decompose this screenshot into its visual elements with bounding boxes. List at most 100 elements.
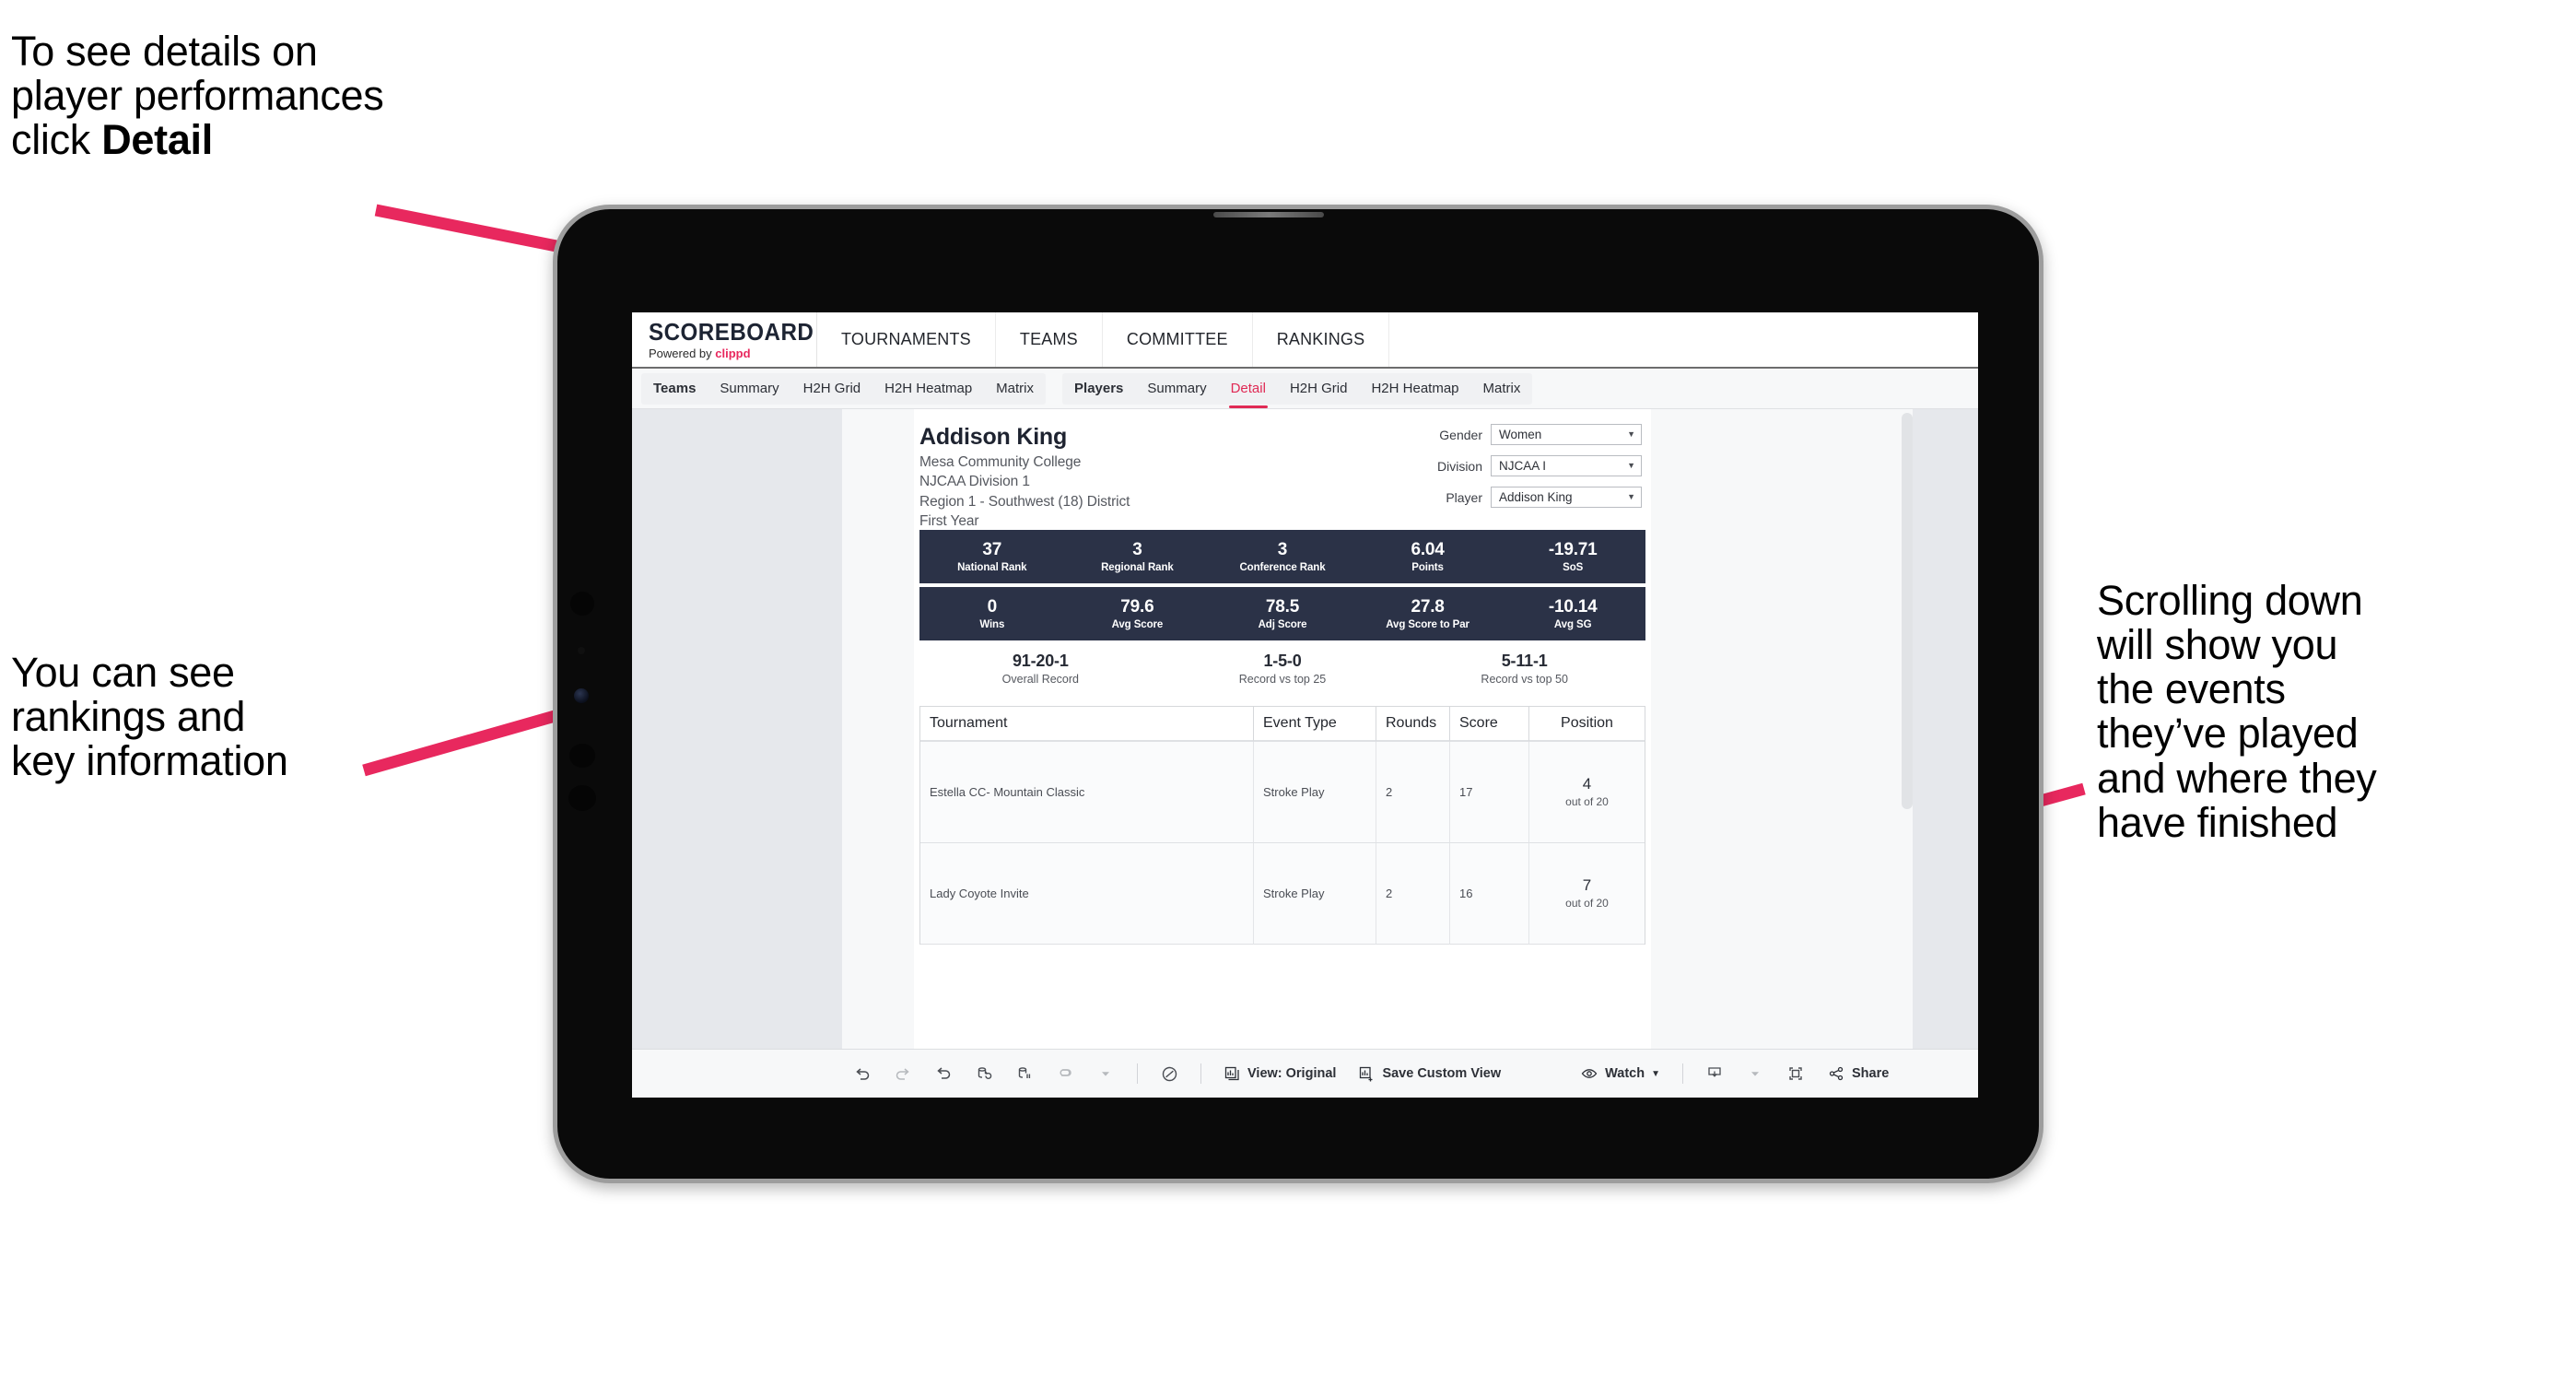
tab-teams-matrix[interactable]: Matrix <box>984 373 1046 405</box>
tab-teams[interactable]: Teams <box>641 373 708 405</box>
tab-players-h2h-heatmap[interactable]: H2H Heatmap <box>1359 373 1470 405</box>
revert-icon[interactable] <box>923 1058 964 1089</box>
stat-label: National Rank <box>957 561 1027 573</box>
filter-gender-select[interactable]: Women ▼ <box>1491 424 1642 445</box>
tablet-screen: SCOREBOARD Powered by clippd TOURNAMENTS… <box>632 312 1978 1098</box>
cell-position: 7 out of 20 <box>1529 843 1645 945</box>
position-number: 4 <box>1582 775 1592 793</box>
device-speaker <box>1212 212 1324 217</box>
brand-logo[interactable]: SCOREBOARD Powered by clippd <box>632 312 817 367</box>
stat-conference-rank: 3 Conference Rank <box>1210 540 1355 573</box>
filter-player-row: Player Addison King ▼ <box>1365 487 1642 508</box>
players-tab-group: Players Summary Detail H2H Grid H2H Heat… <box>1062 372 1533 408</box>
col-header-position[interactable]: Position <box>1529 707 1645 742</box>
device-camera-icon <box>574 688 589 703</box>
viz-vertical-scrollbar[interactable] <box>1902 413 1913 809</box>
filter-division-value: NJCAA I <box>1499 459 1547 473</box>
viz-bottom-toolbar: View: Original Save Custom View Watch ▼ … <box>632 1049 1978 1098</box>
tab-players-summary[interactable]: Summary <box>1135 373 1218 405</box>
cell-event-type: Stroke Play <box>1254 742 1376 843</box>
record-vs-top-25: 1-5-0 Record vs top 25 <box>1162 652 1404 686</box>
stat-value: 0 <box>987 597 998 617</box>
stat-value: -10.14 <box>1548 597 1598 617</box>
download-icon[interactable] <box>1694 1058 1735 1089</box>
device-button-c <box>568 785 596 811</box>
filter-gender-row: Gender Women ▼ <box>1365 424 1642 445</box>
col-header-score[interactable]: Score <box>1450 707 1529 742</box>
viz-left-padding <box>632 409 842 1049</box>
pause-icon[interactable] <box>1045 1058 1085 1089</box>
save-custom-view-label: Save Custom View <box>1382 1066 1502 1081</box>
save-view-icon <box>1360 1066 1373 1081</box>
player-header: Addison King Mesa Community College NJCA… <box>914 409 1651 530</box>
topnav-teams[interactable]: TEAMS <box>995 312 1103 367</box>
topnav-tournaments[interactable]: TOURNAMENTS <box>817 312 996 367</box>
view-original-button[interactable]: View: Original <box>1212 1065 1347 1083</box>
refresh-data-icon[interactable] <box>964 1058 1004 1089</box>
show-hide-cards-icon[interactable] <box>1149 1058 1189 1089</box>
watch-button[interactable]: Watch ▼ <box>1569 1064 1671 1083</box>
callout-detail-bold: Detail <box>101 116 213 164</box>
cell-tournament: Estella CC- Mountain Classic <box>920 742 1254 843</box>
tab-teams-h2h-grid[interactable]: H2H Grid <box>791 373 873 405</box>
tab-players-matrix[interactable]: Matrix <box>1471 373 1533 405</box>
filter-division-select[interactable]: NJCAA I ▼ <box>1491 455 1642 476</box>
pause-auto-update-icon[interactable] <box>1004 1058 1045 1089</box>
tab-players-h2h-grid[interactable]: H2H Grid <box>1278 373 1360 405</box>
filter-player-label: Player <box>1446 489 1482 505</box>
record-value: 5-11-1 <box>1501 652 1548 670</box>
stat-label: Avg Score to Par <box>1386 618 1469 630</box>
topnav-rankings[interactable]: RANKINGS <box>1252 312 1390 367</box>
col-header-rounds[interactable]: Rounds <box>1376 707 1450 742</box>
chevron-down-icon: ▼ <box>1627 429 1635 439</box>
redo-icon[interactable] <box>883 1058 923 1089</box>
tab-players-detail[interactable]: Detail <box>1219 373 1278 408</box>
chevron-down-icon: ▼ <box>1627 461 1635 470</box>
toolbar-divider <box>1137 1063 1138 1084</box>
table-row[interactable]: Lady Coyote Invite Stroke Play 2 16 7 ou… <box>920 843 1645 945</box>
stat-label: Conference Rank <box>1239 561 1326 573</box>
stat-wins: 0 Wins <box>919 597 1065 630</box>
tab-teams-summary[interactable]: Summary <box>708 373 790 405</box>
brand-title: SCOREBOARD <box>649 317 814 346</box>
share-label: Share <box>1852 1066 1890 1081</box>
stat-points: 6.04 Points <box>1355 540 1501 573</box>
tab-teams-h2h-heatmap[interactable]: H2H Heatmap <box>872 373 984 405</box>
stat-value: 3 <box>1277 540 1288 560</box>
device-button-a <box>570 592 594 616</box>
tablet-device-frame: SCOREBOARD Powered by clippd TOURNAMENTS… <box>553 205 2043 1183</box>
undo-icon[interactable] <box>842 1058 883 1089</box>
table-row[interactable]: Estella CC- Mountain Classic Stroke Play… <box>920 742 1645 843</box>
stat-label: Points <box>1411 561 1444 573</box>
stat-avg-score: 79.6 Avg Score <box>1065 597 1211 630</box>
brand-subtitle: Powered by clippd <box>649 346 816 360</box>
chevron-down-icon: ▼ <box>1627 492 1635 501</box>
chevron-down-icon[interactable] <box>1085 1058 1126 1089</box>
topnav-committee[interactable]: COMMITTEE <box>1102 312 1253 367</box>
stats-band-rankings: 37 National Rank 3 Regional Rank 3 Confe… <box>919 530 1645 583</box>
player-detail-card: Addison King Mesa Community College NJCA… <box>914 409 1651 1049</box>
position-out-of: out of 20 <box>1565 794 1609 808</box>
record-label: Overall Record <box>1001 673 1080 686</box>
stat-adj-score: 78.5 Adj Score <box>1210 597 1355 630</box>
chevron-down-icon: ▼ <box>1651 1068 1660 1079</box>
cell-event-type: Stroke Play <box>1254 843 1376 945</box>
filter-panel: Gender Women ▼ Division NJCAA I ▼ Player… <box>1365 424 1642 518</box>
stat-label: Adj Score <box>1258 618 1307 630</box>
record-value: 1-5-0 <box>1263 652 1302 670</box>
position-number: 7 <box>1582 876 1592 895</box>
toolbar-divider <box>1200 1063 1201 1084</box>
save-custom-view-button[interactable]: Save Custom View <box>1347 1065 1512 1083</box>
filter-player-select[interactable]: Addison King ▼ <box>1491 487 1642 508</box>
col-header-event-type[interactable]: Event Type <box>1254 707 1376 742</box>
tab-players[interactable]: Players <box>1062 373 1135 405</box>
chevron-down-icon[interactable] <box>1735 1058 1775 1089</box>
toolbar-divider <box>1682 1063 1683 1084</box>
col-header-tournament[interactable]: Tournament <box>920 707 1254 742</box>
fullscreen-icon[interactable] <box>1775 1058 1816 1089</box>
powered-by-text: Powered by <box>649 346 716 360</box>
filter-player-value: Addison King <box>1499 490 1573 504</box>
view-original-label: View: Original <box>1247 1066 1337 1081</box>
eye-icon <box>1581 1069 1598 1078</box>
share-button[interactable]: Share <box>1816 1064 1900 1083</box>
